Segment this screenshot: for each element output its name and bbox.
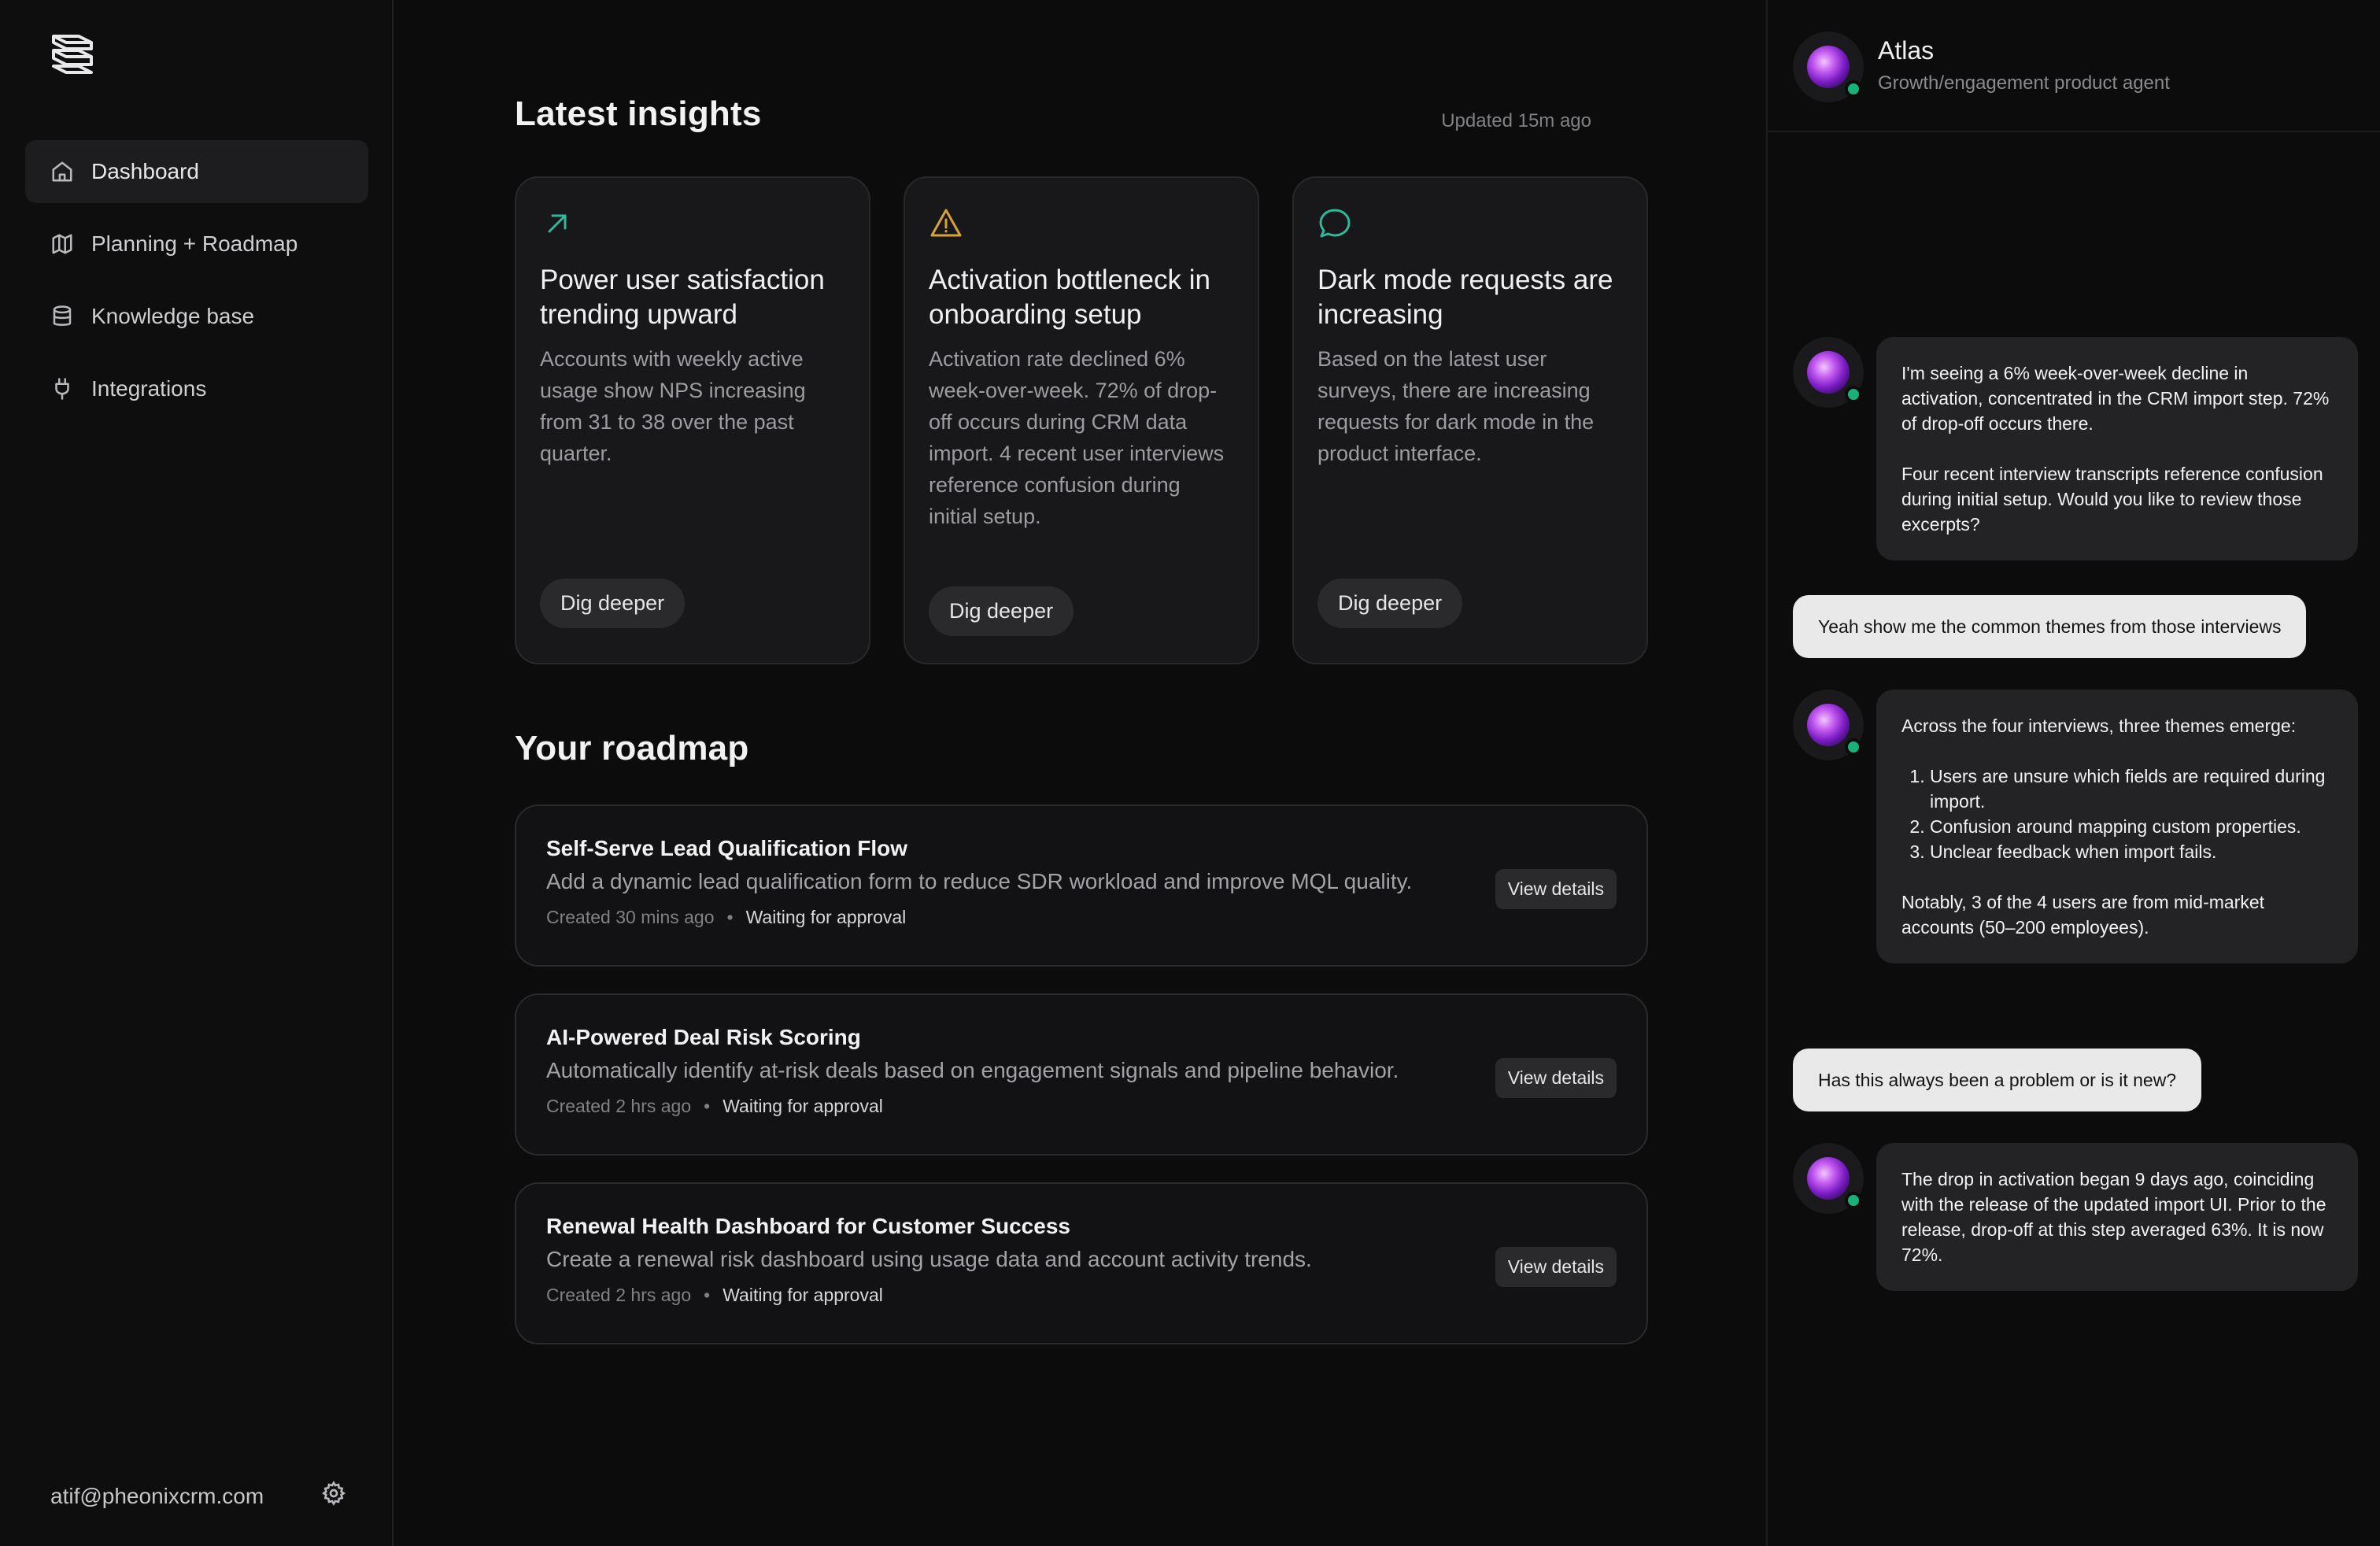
agent-orb-icon [1807,1157,1850,1200]
roadmap-item-status: Waiting for approval [722,1285,883,1305]
agent-message: I'm seeing a 6% week-over-week decline i… [1876,337,2358,560]
dig-deeper-button[interactable]: Dig deeper [540,579,686,628]
insight-card-body: Accounts with weekly active usage show N… [540,347,806,465]
chat-header: Atlas Growth/engagement product agent [1768,0,2380,132]
roadmap-item-meta: Created 2 hrs ago • Waiting for approval [546,1096,1617,1117]
agent-avatar [1793,337,1864,408]
roadmap-item-created: Created 30 mins ago [546,907,715,927]
dig-deeper-button[interactable]: Dig deeper [929,586,1074,636]
sidebar-item-integrations[interactable]: Integrations [25,357,368,420]
plug-icon [50,377,74,401]
message-list: Users are unsure which fields are requir… [1901,764,2333,864]
roadmap-item-meta: Created 2 hrs ago • Waiting for approval [546,1285,1617,1306]
list-item: Unclear feedback when import fails. [1930,839,2333,864]
insight-cards: Power user satisfaction trending upward … [515,176,1648,664]
trend-up-arrow-icon [540,206,575,241]
sidebar-item-knowledge-base[interactable]: Knowledge base [25,285,368,348]
roadmap-item-status: Waiting for approval [745,907,907,927]
message-text: I'm seeing a 6% week-over-week decline i… [1901,363,2330,434]
warning-icon [929,206,963,241]
user-email[interactable]: atif@pheonixcrm.com [50,1484,264,1509]
user-message: Yeah show me the common themes from thos… [1793,595,2307,658]
roadmap-item[interactable]: Self-Serve Lead Qualification Flow Add a… [515,804,1648,967]
main-content: Latest insights Updated 15m ago Power us… [395,0,1766,1546]
home-icon [50,160,74,183]
message-text: Across the four interviews, three themes… [1901,716,2297,736]
map-icon [50,232,74,256]
agent-orb-icon [1807,46,1850,88]
view-details-button[interactable]: View details [1495,1247,1617,1287]
insights-heading: Latest insights [515,94,762,133]
roadmap-item[interactable]: AI-Powered Deal Risk Scoring Automatical… [515,993,1648,1156]
agent-role: Growth/engagement product agent [1878,72,2170,94]
roadmap-item-description: Create a renewal risk dashboard using us… [546,1247,1312,1271]
agent-orb-icon [1807,351,1850,394]
separator-dot: • [726,907,734,927]
agent-message: Across the four interviews, three themes… [1876,690,2358,963]
insight-card-title: Power user satisfaction trending upward [540,264,825,330]
sidebar-footer: atif@pheonixcrm.com [50,1481,346,1511]
insight-card-title: Dark mode requests are increasing [1318,264,1613,330]
roadmap-item-title: AI-Powered Deal Risk Scoring [546,1025,861,1049]
agent-name: Atlas [1878,36,1935,65]
insight-card: Power user satisfaction trending upward … [515,176,870,664]
message-text: Notably, 3 of the 4 users are from mid-m… [1901,892,2265,938]
insight-card-body: Based on the latest user surveys, there … [1318,347,1595,465]
agent-message: The drop in activation began 9 days ago,… [1876,1143,2358,1291]
roadmap-heading: Your roadmap [515,729,749,767]
online-status-dot [1845,386,1862,403]
user-message: Has this always been a problem or is it … [1793,1049,2202,1111]
agent-avatar [1793,1143,1864,1214]
online-status-dot [1845,80,1862,98]
agent-avatar [1793,690,1864,760]
sidebar-item-label: Knowledge base [91,304,255,328]
view-details-button[interactable]: View details [1495,1058,1617,1098]
separator-dot: • [704,1096,711,1116]
roadmap-item-title: Self-Serve Lead Qualification Flow [546,836,907,860]
agent-orb-icon [1807,704,1850,746]
message-text: Four recent interview transcripts refere… [1901,464,2323,534]
insight-card: Dark mode requests are increasing Based … [1292,176,1648,664]
sidebar-item-label: Integrations [91,376,207,401]
sidebar-item-label: Dashboard [91,159,199,183]
updated-timestamp: Updated 15m ago [1441,110,1591,131]
roadmap-item-status: Waiting for approval [722,1096,883,1116]
sidebar: Dashboard Planning + Roadmap Knowledge b… [0,0,394,1546]
sidebar-item-planning-roadmap[interactable]: Planning + Roadmap [25,213,368,276]
roadmap-item[interactable]: Renewal Health Dashboard for Customer Su… [515,1182,1648,1344]
list-item: Confusion around mapping custom properti… [1930,814,2333,839]
message-text: The drop in activation began 9 days ago,… [1901,1169,2326,1265]
roadmap-item-created: Created 2 hrs ago [546,1285,692,1305]
dig-deeper-button[interactable]: Dig deeper [1318,579,1463,628]
sidebar-item-dashboard[interactable]: Dashboard [25,140,368,203]
list-item: Users are unsure which fields are requir… [1930,764,2333,814]
roadmap-item-description: Add a dynamic lead qualification form to… [546,869,1413,893]
roadmap-item-meta: Created 30 mins ago • Waiting for approv… [546,907,1617,928]
agent-avatar [1793,31,1864,102]
insight-card: Activation bottleneck in onboarding setu… [904,176,1259,664]
agent-chat-panel: Atlas Growth/engagement product agent I'… [1766,0,2380,1546]
database-icon [50,305,74,328]
view-details-button[interactable]: View details [1495,869,1617,909]
online-status-dot [1845,1192,1862,1209]
roadmap-item-created: Created 2 hrs ago [546,1096,692,1116]
sidebar-item-label: Planning + Roadmap [91,231,298,256]
settings-gear-icon[interactable] [321,1481,346,1511]
insight-card-title: Activation bottleneck in onboarding setu… [929,264,1210,330]
roadmap-item-title: Renewal Health Dashboard for Customer Su… [546,1214,1070,1238]
roadmap-list: Self-Serve Lead Qualification Flow Add a… [515,804,1648,1371]
roadmap-item-description: Automatically identify at-risk deals bas… [546,1058,1399,1082]
separator-dot: • [704,1285,711,1305]
app-logo-icon[interactable] [47,31,98,79]
insight-card-body: Activation rate declined 6% week-over-we… [929,347,1225,528]
sidebar-nav: Dashboard Planning + Roadmap Knowledge b… [25,140,368,430]
chat-bubble-icon [1318,206,1352,241]
online-status-dot [1845,738,1862,756]
